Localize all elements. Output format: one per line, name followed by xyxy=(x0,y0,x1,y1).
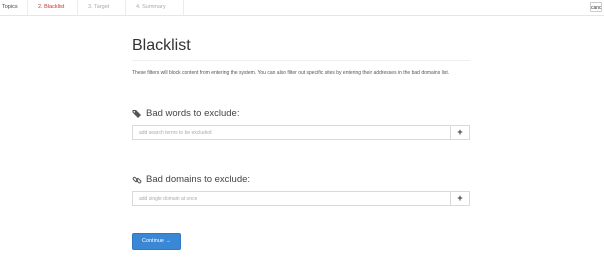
continue-button[interactable]: Continue → xyxy=(132,233,181,250)
tab-summary[interactable]: 4. Summary xyxy=(126,0,184,15)
bad-words-heading-label: Bad words to exclude: xyxy=(146,108,240,119)
page-description: These filters will block content from en… xyxy=(132,70,450,76)
link-icon xyxy=(132,175,142,185)
bad-domains-heading: Bad domains to exclude: xyxy=(132,174,250,186)
tab-topics[interactable]: Topics xyxy=(0,0,28,15)
bad-words-input[interactable] xyxy=(133,126,451,139)
add-bad-word-button[interactable]: + xyxy=(450,126,469,139)
tab-blacklist[interactable]: 2. Blacklist xyxy=(28,0,78,15)
bad-words-input-group: + xyxy=(132,125,470,140)
bad-domains-input-group: + xyxy=(132,191,470,206)
bad-domains-input[interactable] xyxy=(133,192,451,205)
bad-words-heading: Bad words to exclude: xyxy=(132,108,239,120)
bad-domains-heading-label: Bad domains to exclude: xyxy=(146,174,251,185)
cancel-button[interactable]: canc xyxy=(590,2,602,12)
tags-icon xyxy=(132,109,142,119)
wizard-tab-bar: Topics 2. Blacklist 3. Target 4. Summary… xyxy=(0,0,604,16)
page-title: Blacklist xyxy=(132,37,191,54)
blacklist-panel: Blacklist These filters will block conte… xyxy=(132,36,470,250)
title-divider xyxy=(132,60,470,61)
tab-target[interactable]: 3. Target xyxy=(78,0,126,15)
add-bad-domain-button[interactable]: + xyxy=(450,192,469,205)
